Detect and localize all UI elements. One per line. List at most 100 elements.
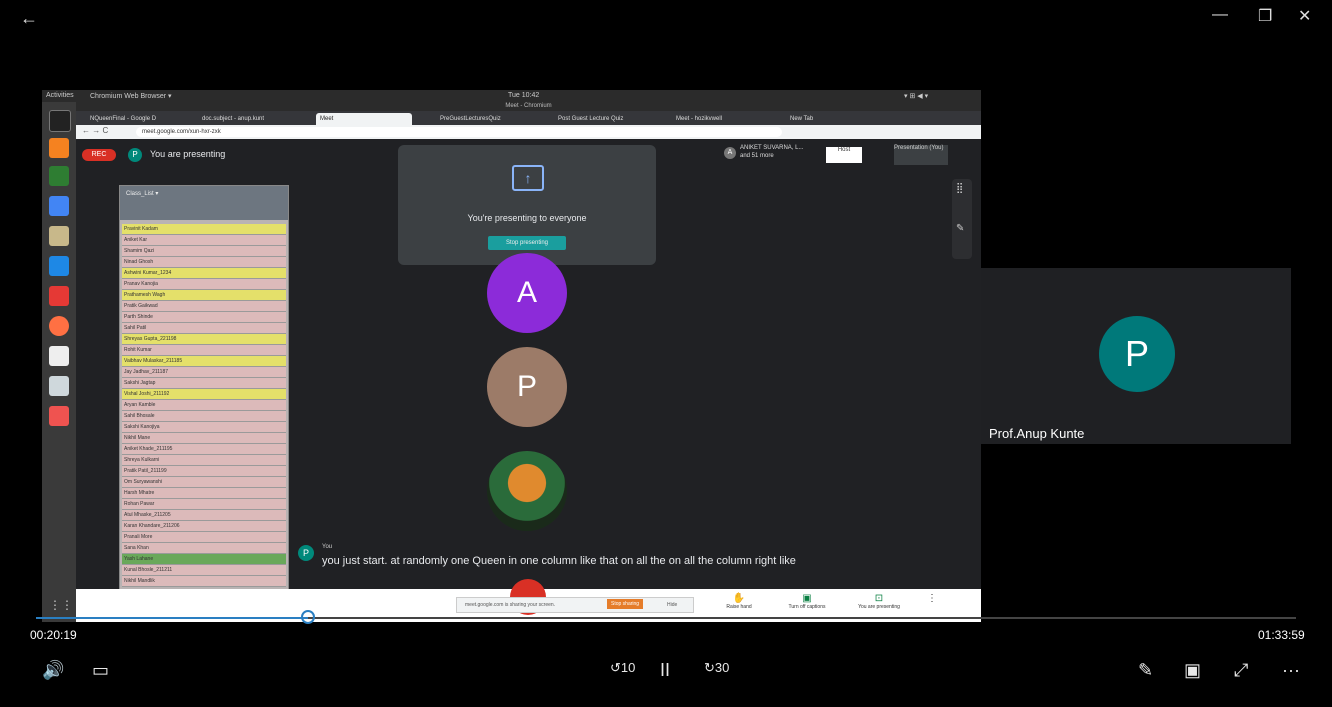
text-editor-icon[interactable] bbox=[49, 376, 69, 396]
sheet-row[interactable]: Nikhil Mane bbox=[122, 433, 286, 444]
files-icon[interactable] bbox=[49, 226, 69, 246]
sheet-row[interactable]: Aniket Kar bbox=[122, 235, 286, 246]
document-viewer-icon[interactable] bbox=[49, 346, 69, 366]
sheet-title: Class_List ▾ bbox=[126, 191, 159, 197]
host-controls-button[interactable]: Host bbox=[826, 147, 862, 163]
sheet-row[interactable]: Atul Mhaske_211205 bbox=[122, 510, 286, 521]
close-button[interactable]: ✕ bbox=[1298, 6, 1311, 26]
sheet-row[interactable]: Shreyas Gupta_221198 bbox=[122, 334, 286, 345]
sheet-row[interactable]: Shamim Qazi bbox=[122, 246, 286, 257]
tab-strip: NQueenFinal - Google D doc.subject - anu… bbox=[76, 111, 981, 125]
hide-button[interactable]: Hide bbox=[667, 602, 677, 608]
presenting-label: You are presenting bbox=[150, 149, 226, 159]
captions-label: Turn off captions bbox=[788, 604, 826, 610]
app-grid-icon[interactable]: ⋮⋮ bbox=[49, 598, 73, 618]
captions-button[interactable]: ▣ Turn off captions bbox=[782, 593, 832, 610]
sheet-row[interactable]: Sakshi Kanojiya bbox=[122, 422, 286, 433]
sheet-row[interactable]: Vishal Joshi_211192 bbox=[122, 389, 286, 400]
participant-tile-avatar: A bbox=[487, 253, 567, 333]
app-menu-label: Chromium Web Browser ▾ bbox=[90, 93, 172, 100]
video-frame[interactable]: Activities Chromium Web Browser ▾ Tue 10… bbox=[42, 90, 981, 622]
maximize-button[interactable]: ❐ bbox=[1258, 6, 1272, 26]
sheet-row[interactable]: Ashwini Kumar_1234 bbox=[122, 268, 286, 279]
skip-forward-icon: ↻ bbox=[704, 660, 715, 675]
minimize-button[interactable]: — bbox=[1212, 6, 1228, 24]
raise-hand-button[interactable]: ✋ Raise hand bbox=[714, 593, 764, 610]
participant-tile[interactable]: P Prof.Anup Kunte bbox=[981, 268, 1291, 444]
edit-icon[interactable]: ✎ bbox=[1138, 660, 1153, 681]
sheet-row[interactable]: Aniket Khade_211195 bbox=[122, 444, 286, 455]
subtitles-icon[interactable]: ▭ bbox=[92, 660, 109, 681]
sheet-row[interactable]: Pranali More bbox=[122, 532, 286, 543]
sheet-row[interactable]: Vaibhav Mulaskar_211185 bbox=[122, 356, 286, 367]
writer-icon[interactable] bbox=[49, 256, 69, 276]
participants-indicator[interactable]: A ANIKET SUVARNA, L... and 51 more bbox=[724, 145, 824, 163]
sheet-row[interactable]: Kunal Bhosle_211211 bbox=[122, 565, 286, 576]
sheet-row[interactable]: Om Suryawanshi bbox=[122, 477, 286, 488]
you-avatar: P bbox=[128, 148, 142, 162]
tab-meet-2[interactable]: Meet - hozikvwell bbox=[672, 113, 768, 125]
stop-presenting-button[interactable]: Stop presenting bbox=[488, 236, 566, 250]
firefox-icon[interactable] bbox=[49, 316, 69, 336]
address-bar: ← → C meet.google.com/xun-hxr-zxk bbox=[76, 125, 981, 139]
skip-back-icon: ↺ bbox=[610, 660, 621, 675]
tab-new[interactable]: New Tab bbox=[786, 113, 864, 125]
sheet-row[interactable]: Karan Khandare_211206 bbox=[122, 521, 286, 532]
sheet-row[interactable]: Ninad Ghosh bbox=[122, 257, 286, 268]
presentation-tile[interactable]: Presentation (You) bbox=[894, 145, 948, 165]
stop-sharing-button[interactable]: Stop sharing bbox=[607, 599, 644, 609]
tab-meet[interactable]: Meet bbox=[316, 113, 412, 125]
total-time: 01:33:59 bbox=[1258, 628, 1305, 642]
vlc-icon[interactable] bbox=[49, 138, 69, 158]
meet-stage: REC P You are presenting ↑ You're presen… bbox=[76, 139, 981, 622]
sheet-row[interactable]: Pranav Kanojia bbox=[122, 279, 286, 290]
sheet-row[interactable]: Sahil Patil bbox=[122, 323, 286, 334]
nav-arrows-icon[interactable]: ← → C bbox=[82, 126, 108, 135]
spreadsheet-icon[interactable] bbox=[49, 166, 69, 186]
back-arrow-icon[interactable]: ← bbox=[20, 8, 38, 29]
class-list-sheet[interactable]: Class_List ▾ Pravinit Kadam Aniket Kar Sha… bbox=[119, 185, 289, 622]
sheet-row[interactable]: Pratik Patil_211199 bbox=[122, 466, 286, 477]
sheet-row[interactable]: Rohit Kumar bbox=[122, 345, 286, 356]
presenting-button[interactable]: ⊡ You are presenting bbox=[854, 593, 904, 610]
sheet-row[interactable]: Harsh Mhatre bbox=[122, 488, 286, 499]
url-field[interactable]: meet.google.com/xun-hxr-zxk bbox=[136, 127, 782, 137]
tab-nqueen[interactable]: NQueenFinal - Google D bbox=[86, 113, 184, 125]
sheet-row[interactable]: Rohan Pawar bbox=[122, 499, 286, 510]
sheet-row[interactable]: Sakshi Jagtap bbox=[122, 378, 286, 389]
sheet-row[interactable]: Prathamesh Wagh bbox=[122, 290, 286, 301]
more-icon[interactable]: ··· bbox=[1282, 660, 1300, 681]
sheet-row[interactable]: Sana Khan bbox=[122, 543, 286, 554]
sheet-row[interactable]: Jay Jadhav_211187 bbox=[122, 367, 286, 378]
skip-forward-button[interactable]: ↻30 bbox=[704, 660, 729, 676]
miniplayer-icon[interactable]: ▣ bbox=[1184, 660, 1201, 681]
more-options-icon[interactable]: ⋮ bbox=[922, 593, 942, 604]
sheet-row[interactable]: Nikhil Mandlik bbox=[122, 576, 286, 587]
sheet-row[interactable]: Yash Lahane bbox=[122, 554, 286, 565]
pause-button[interactable]: II bbox=[660, 660, 670, 681]
participant-tile-avatar: P bbox=[487, 347, 567, 427]
skip-back-button[interactable]: ↺10 bbox=[610, 660, 635, 676]
tab-doc-subject[interactable]: doc.subject - anup.kunt bbox=[198, 113, 294, 125]
skip-back-seconds: 10 bbox=[620, 660, 636, 675]
anydesk-icon[interactable] bbox=[49, 286, 69, 306]
grid-icon[interactable]: ⣿ bbox=[956, 183, 963, 194]
present-icon: ⊡ bbox=[874, 593, 884, 604]
chromium-icon[interactable] bbox=[49, 196, 69, 216]
presenting-ctrl-label: You are presenting bbox=[858, 604, 900, 610]
tab-postquiz[interactable]: Post Guest Lecture Quiz bbox=[554, 113, 650, 125]
sheet-row[interactable]: Pratik Gaikwad bbox=[122, 301, 286, 312]
sheet-row[interactable]: Parth Shinde bbox=[122, 312, 286, 323]
volume-icon[interactable]: 🔊 bbox=[42, 660, 64, 681]
sheet-row[interactable]: Sahil Bhosale bbox=[122, 411, 286, 422]
tab-prequiz[interactable]: PreGuestLecturesQuiz bbox=[436, 113, 532, 125]
fullscreen-icon[interactable]: ⤢ bbox=[1234, 660, 1248, 681]
sheet-row[interactable]: Pravinit Kadam bbox=[122, 224, 286, 235]
app-dock: ⋮⋮ bbox=[42, 102, 76, 622]
browser-titlebar: Meet - Chromium bbox=[76, 102, 981, 111]
sheet-row[interactable]: Aryan Kamble bbox=[122, 400, 286, 411]
terminal-icon[interactable] bbox=[49, 110, 71, 132]
sheet-row[interactable]: Shreya Kulkarni bbox=[122, 455, 286, 466]
annotator-icon[interactable] bbox=[49, 406, 69, 426]
pen-icon[interactable]: ✎ bbox=[956, 223, 964, 234]
